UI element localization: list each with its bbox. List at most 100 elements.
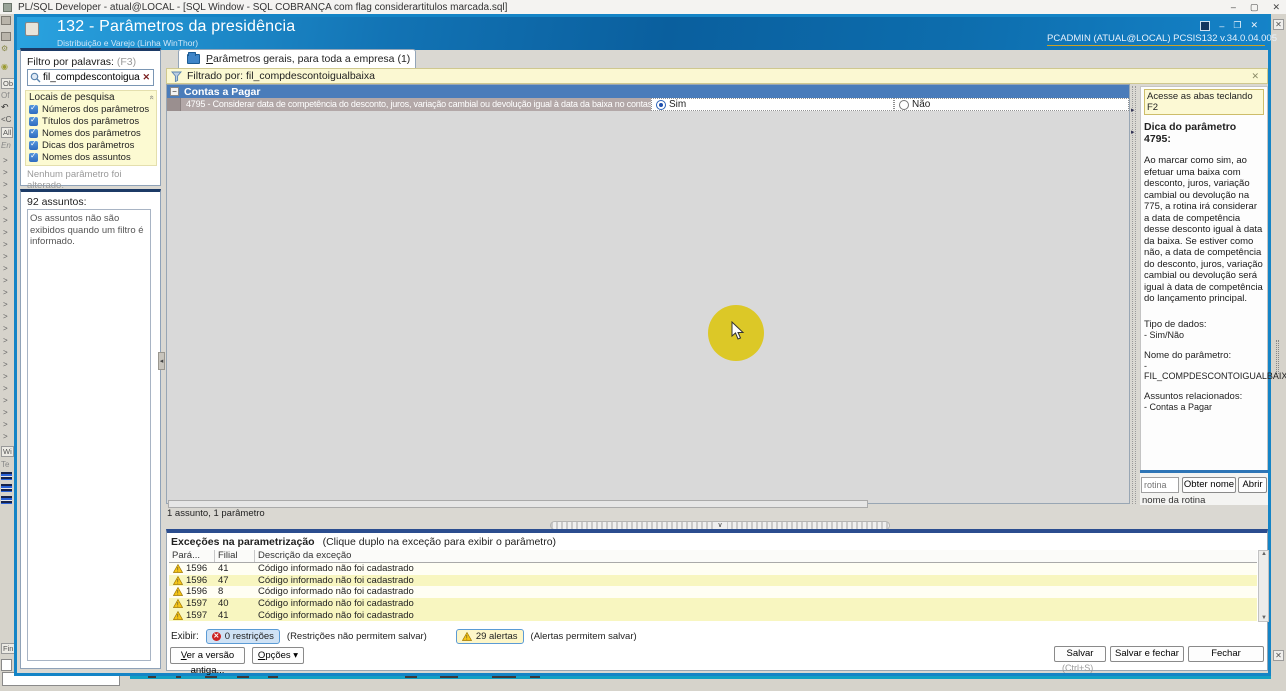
funnel-icon	[171, 71, 182, 82]
tab-label: Parâmetros gerais, para toda a empresa (…	[206, 53, 411, 65]
splitter-chevron-icon[interactable]: ∨	[713, 522, 727, 529]
search-icon	[30, 72, 41, 83]
warning-icon: !	[173, 610, 183, 620]
exception-row[interactable]: ! 1596 47 Código informado não foi cadas…	[169, 574, 1257, 587]
collapse-section-icon[interactable]: −	[170, 87, 179, 96]
cursor-highlight	[708, 305, 764, 361]
routine-name-text: nome da rotina	[1142, 495, 1206, 506]
bg-input-fragment	[1, 659, 12, 671]
restrictions-note: (Restrições não permitem salvar)	[286, 631, 427, 642]
row-indent-cell	[167, 98, 181, 111]
section-header-contas-a-pagar[interactable]: − Contas a Pagar	[167, 85, 1129, 98]
clear-search-icon[interactable]: ✕	[142, 72, 153, 83]
radio-unselected-icon[interactable]	[899, 99, 909, 110]
warning-icon: !	[173, 599, 183, 608]
bg-fragment-c: <C	[1, 115, 12, 124]
os-minimize-icon[interactable]: ‒	[1231, 2, 1236, 12]
tab-strip-edge	[166, 49, 178, 68]
save-and-close-button[interactable]: Salvar e fechar	[1110, 646, 1184, 662]
col-filial[interactable]: Filial	[215, 550, 255, 562]
close-button[interactable]: Fechar	[1188, 646, 1264, 662]
radio-nao-label: Não	[912, 99, 931, 110]
window-restore-icon[interactable]	[1200, 20, 1211, 31]
parameters-area: − Contas a Pagar 4795 - Considerar data …	[166, 84, 1130, 508]
bg-tree-chevrons: > > > > > > > > > > > > > > > > > > > > > > > >	[3, 156, 8, 441]
filter-panel: Filtro por palavras: (F3) ✕ Locais de pe…	[20, 48, 161, 191]
routine-input[interactable]	[1141, 477, 1179, 493]
tab-general-params[interactable]: Parâmetros gerais, para toda a empresa (…	[178, 49, 416, 68]
search-input[interactable]	[41, 72, 143, 83]
get-name-button[interactable]: Obter nome	[1182, 477, 1236, 493]
related-subjects-value: - Contas a Pagar	[1144, 401, 1213, 412]
options-button[interactable]: Opções ▾	[252, 647, 304, 664]
window-maximize-icon[interactable]: ❐	[1233, 20, 1241, 31]
bg-fragment-all: All	[1, 127, 14, 138]
os-close-icon[interactable]: ✕	[1272, 2, 1280, 13]
restrictions-filter-button[interactable]: ✕ 0 restrições	[205, 629, 280, 644]
exception-row[interactable]: ! 1597 40 Código informado não foi cadas…	[169, 597, 1257, 610]
alerts-filter-button[interactable]: ! 29 alertas	[455, 629, 524, 644]
warning-icon: !	[461, 632, 472, 641]
section-title: Contas a Pagar	[184, 85, 261, 98]
exceptions-title: Exceções na parametrização	[171, 536, 315, 548]
sidebar-collapse-handle[interactable]: ◂	[158, 352, 165, 370]
exception-row[interactable]: ! 1597 41 Código informado não foi cadas…	[169, 609, 1257, 621]
exceptions-scrollbar[interactable]	[1258, 550, 1269, 622]
mouse-cursor-icon	[731, 321, 745, 340]
plsql-app-icon	[3, 2, 12, 12]
bulb-icon: ◉	[1, 62, 8, 71]
radio-option-nao[interactable]: Não	[894, 98, 1129, 111]
status-line: 1 assunto, 1 parâmetro	[167, 508, 265, 519]
no-change-status: Nenhum parâmetro foi alterado.	[27, 169, 122, 191]
checkbox-param-titles[interactable]: Títulos dos parâmetros	[29, 115, 153, 127]
hint-body-text: Ao marcar como sim, ao efetuar uma baixa…	[1144, 155, 1263, 304]
window-minimize-icon[interactable]: ‒	[1219, 21, 1224, 31]
user-session-info: PCADMIN (ATUAL@LOCAL) PCSIS132 v.34.0.04…	[1047, 33, 1277, 46]
checkbox-checked-icon[interactable]	[29, 151, 38, 162]
bg-fragment-of: Of	[1, 91, 10, 100]
search-places-box: Locais de pesquisa « Números dos parâmet…	[25, 90, 157, 166]
parameter-description: 4795 - Considerar data de competência do…	[186, 99, 684, 109]
bg-fragment-wi: Wi	[1, 446, 14, 457]
radio-selected-icon[interactable]	[656, 99, 666, 110]
bg-scroll-groove	[1276, 340, 1279, 374]
filter-bar-close-icon[interactable]: ✕	[1251, 71, 1259, 82]
param-name-label: Nome do parâmetro:	[1144, 349, 1232, 361]
col-desc[interactable]: Descrição da exceção	[255, 550, 1257, 562]
bg-close-icon[interactable]: ✕	[1273, 650, 1284, 661]
checkbox-checked-icon[interactable]	[29, 127, 38, 138]
window-subtitle: Distribuição e Varejo (Linha WinThor)	[57, 38, 199, 48]
checkbox-subject-names[interactable]: Nomes dos assuntos	[29, 151, 153, 163]
window-close-icon[interactable]: ✕	[1250, 20, 1258, 31]
bg-close-icon[interactable]: ✕	[1273, 19, 1284, 30]
old-version-button[interactable]: Ver a versão antiga...	[170, 647, 245, 676]
datatype-label: Tipo de dados:	[1144, 318, 1207, 330]
filter-label: Filtro por palavras: (F3)	[27, 56, 137, 68]
checkbox-checked-icon[interactable]	[29, 115, 38, 126]
hint-title: Dica do parâmetro 4795:	[1144, 121, 1237, 145]
exceptions-table: Pará... Filial Descrição da exceção ! 15…	[169, 550, 1257, 621]
collapse-chevrons-icon[interactable]: «	[145, 95, 156, 99]
vertical-splitter[interactable]: ▸ ▸	[1131, 86, 1136, 504]
warning-icon: !	[173, 575, 183, 585]
save-button[interactable]: Salvar	[1054, 646, 1106, 662]
checkbox-checked-icon[interactable]	[29, 139, 38, 150]
background-right-strip: ✕ ✕	[1271, 14, 1286, 676]
col-param[interactable]: Pará...	[169, 550, 215, 562]
checkbox-checked-icon[interactable]	[29, 103, 38, 114]
exception-row[interactable]: ! 1596 41 Código informado não foi cadas…	[169, 563, 1257, 575]
background-bottom-strip	[0, 671, 1286, 691]
checkbox-param-numbers[interactable]: Números dos parâmetros	[29, 103, 153, 115]
filtered-by-bar: Filtrado por: fil_compdescontoigualbaixa…	[166, 68, 1268, 84]
warning-icon: !	[173, 564, 183, 573]
open-button[interactable]: Abrir	[1238, 477, 1267, 493]
os-maximize-icon[interactable]: ▢	[1250, 2, 1259, 13]
horizontal-scroll-groove[interactable]	[168, 500, 868, 508]
checkbox-param-names[interactable]: Nomes dos parâmetros	[29, 127, 153, 139]
exception-row[interactable]: ! 1596 8 Código informado não foi cadast…	[169, 586, 1257, 598]
checkbox-param-hints[interactable]: Dicas dos parâmetros	[29, 139, 153, 151]
radio-option-sim[interactable]: Sim	[651, 98, 894, 111]
bg-blue-bars-icon	[1, 496, 12, 504]
folder-icon	[187, 52, 200, 64]
save-shortcut-hint: (Ctrl+S)	[1062, 663, 1094, 673]
